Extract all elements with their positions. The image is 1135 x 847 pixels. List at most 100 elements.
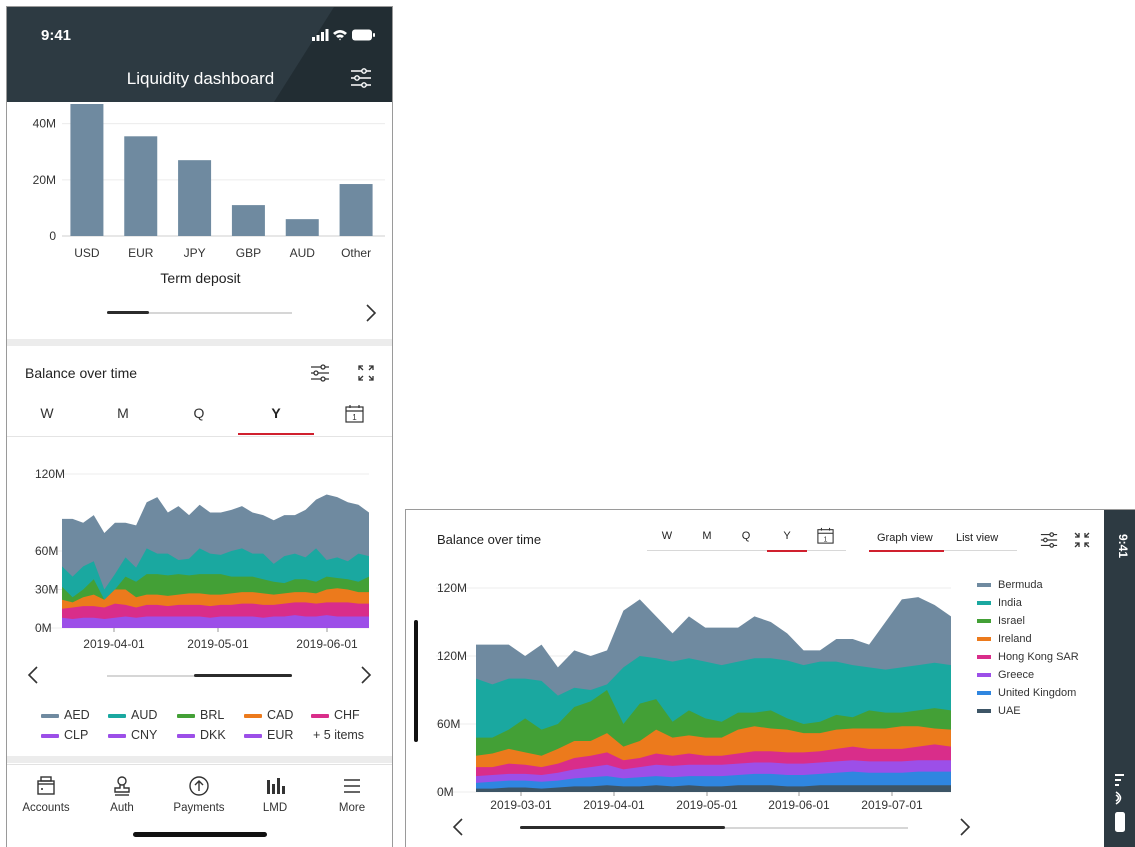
nav-auth[interactable]: Auth [84, 775, 160, 814]
legend-item[interactable]: Israel [977, 614, 1079, 632]
calendar-day: 1 [824, 535, 828, 543]
nav-payments[interactable]: Payments [161, 775, 237, 814]
signal-bar-1 [312, 37, 315, 41]
menu-icon [344, 779, 360, 793]
period-tabs: W M Q Y 1 [7, 399, 392, 437]
nav-accounts[interactable]: Accounts [8, 775, 84, 814]
legend-item[interactable]: CAD [244, 707, 293, 723]
legend-label: AUD [131, 708, 158, 722]
legend-item[interactable]: Bermuda [977, 578, 1079, 596]
bar-aud[interactable] [285, 219, 319, 236]
legend-swatch [977, 601, 991, 606]
legend-item[interactable]: United Kingdom [977, 686, 1079, 704]
legend-item[interactable]: India [977, 596, 1079, 614]
legend-swatch [108, 713, 126, 718]
legend-item[interactable]: Hong Kong SAR [977, 650, 1079, 668]
tab-year[interactable]: Y [238, 399, 314, 437]
country-legend: Bermuda India Israel Ireland Hong Kong SAR Gr… [977, 578, 1079, 722]
nav-more[interactable]: More [314, 775, 390, 814]
bar-usd[interactable] [70, 104, 104, 236]
bar-eur[interactable] [124, 136, 158, 236]
legend-swatch [311, 713, 329, 718]
expand-icon[interactable] [357, 364, 375, 382]
section-divider [7, 339, 392, 346]
sliders-icon[interactable] [350, 68, 372, 88]
phone-portrait: 9:41 Liquidity dashboard 0 20M 40M USD EUR JP… [6, 6, 393, 847]
legend-label: United Kingdom [998, 687, 1077, 699]
accounts-icon [37, 776, 55, 795]
auth-stamp-icon [114, 776, 130, 796]
legend-swatch [977, 673, 991, 678]
legend-item[interactable]: AUD [108, 707, 157, 723]
nav-label: Payments [173, 802, 225, 814]
section-divider [7, 756, 392, 763]
tab-month[interactable]: M [692, 530, 722, 552]
legend-item[interactable]: CLP [41, 727, 88, 743]
legend-item[interactable]: AED [41, 707, 90, 723]
home-indicator [414, 620, 418, 742]
legend-label: Ireland [998, 633, 1032, 645]
active-view-indicator [869, 550, 944, 552]
chevron-right-icon[interactable] [359, 665, 373, 685]
calendar-icon[interactable]: 1 [817, 527, 834, 544]
chevron-right-icon[interactable] [364, 303, 378, 323]
legend-item[interactable]: Ireland [977, 632, 1079, 650]
legend-more-items[interactable]: + 5 items [313, 727, 364, 743]
legend-item[interactable]: EUR [244, 727, 293, 743]
wifi-icon [333, 30, 347, 41]
list-view-tab[interactable]: List view [956, 532, 998, 544]
tab-year[interactable]: Y [772, 530, 802, 552]
x-tick-label: Other [341, 246, 371, 260]
legend-swatch [977, 709, 991, 714]
sliders-icon[interactable] [1040, 531, 1058, 549]
chevron-left-icon[interactable] [451, 817, 465, 837]
legend-item[interactable]: UAE [977, 704, 1079, 722]
legend-item[interactable]: Greece [977, 668, 1079, 686]
bar-jpy[interactable] [178, 160, 212, 236]
legend-swatch [977, 637, 991, 642]
tab-week[interactable]: W [652, 530, 682, 552]
calendar-day: 1 [352, 413, 357, 422]
legend-item[interactable]: CNY [108, 727, 157, 743]
x-tick-label: USD [74, 246, 100, 260]
landscape-pager-thumb[interactable] [520, 826, 725, 829]
legend-label: BRL [200, 708, 225, 722]
sliders-icon[interactable] [310, 363, 330, 383]
tab-quarter[interactable]: Q [161, 399, 237, 437]
x-tick-label: JPY [184, 246, 206, 260]
chevron-left-icon[interactable] [26, 665, 40, 685]
balance-pager-thumb[interactable] [194, 674, 292, 677]
legend-label: EUR [267, 728, 294, 742]
x-tick-label: 2019-05-01 [676, 798, 738, 812]
nav-lmd[interactable]: LMD [237, 775, 313, 814]
legend-label: Bermuda [998, 579, 1043, 591]
term-pager-thumb[interactable] [107, 311, 149, 314]
legend-swatch [244, 713, 262, 718]
legend-label: CLP [64, 728, 89, 742]
status-icons [1115, 774, 1125, 832]
y-tick-label: 0M [437, 785, 454, 799]
tab-quarter[interactable]: Q [731, 530, 761, 552]
x-tick-label: 2019-04-01 [583, 798, 645, 812]
legend-item[interactable]: CHF [311, 707, 360, 723]
tab-month[interactable]: M [85, 399, 161, 437]
legend-item[interactable]: DKK [177, 727, 226, 743]
chevron-right-icon[interactable] [958, 817, 972, 837]
legend-swatch [41, 713, 59, 718]
collapse-icon[interactable] [1073, 531, 1091, 549]
home-indicator [133, 832, 267, 837]
phone-landscape: Balance over time W M Q Y 1 Graph view L… [405, 509, 1135, 847]
y-tick-label: 60M [437, 717, 460, 731]
term-chart-title: Term deposit [160, 270, 241, 286]
graph-view-tab[interactable]: Graph view [877, 532, 933, 544]
wifi-icon-inner [1115, 794, 1120, 802]
legend-item[interactable]: BRL [177, 707, 224, 723]
tab-week[interactable]: W [9, 399, 85, 437]
status-time: 9:41 [41, 27, 72, 44]
calendar-icon[interactable]: 1 [345, 404, 364, 423]
bar-other[interactable] [339, 184, 373, 236]
active-tab-indicator [767, 550, 807, 552]
bar-gbp[interactable] [231, 205, 265, 236]
nav-label: LMD [262, 802, 288, 814]
legend-swatch [108, 733, 126, 738]
